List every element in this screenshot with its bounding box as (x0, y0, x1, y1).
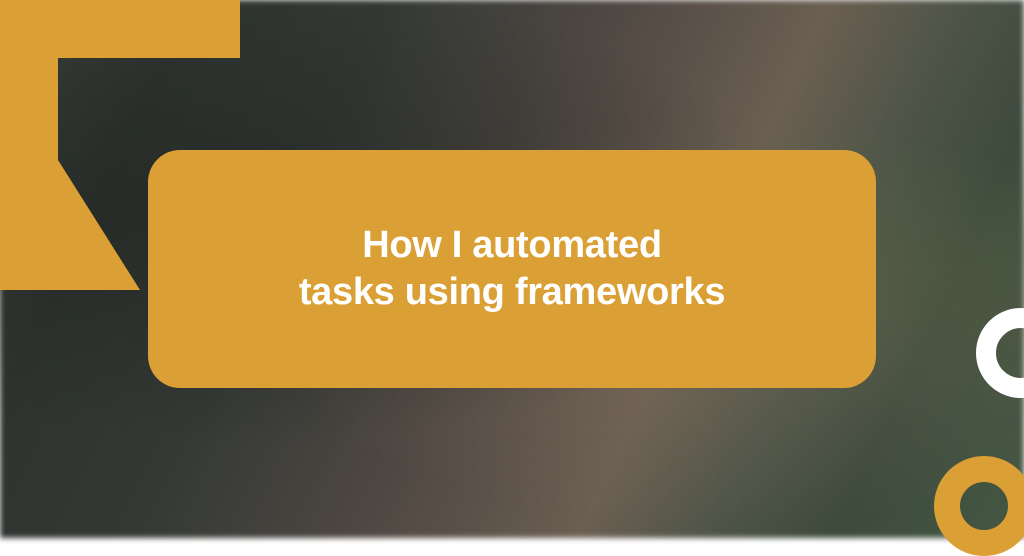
ring-solid-decoration (934, 456, 1024, 556)
title-card: How I automated tasks using frameworks (148, 150, 876, 388)
title-text: How I automated tasks using frameworks (299, 222, 725, 317)
title-line-2: tasks using frameworks (299, 271, 725, 313)
title-line-1: How I automated (362, 224, 662, 266)
